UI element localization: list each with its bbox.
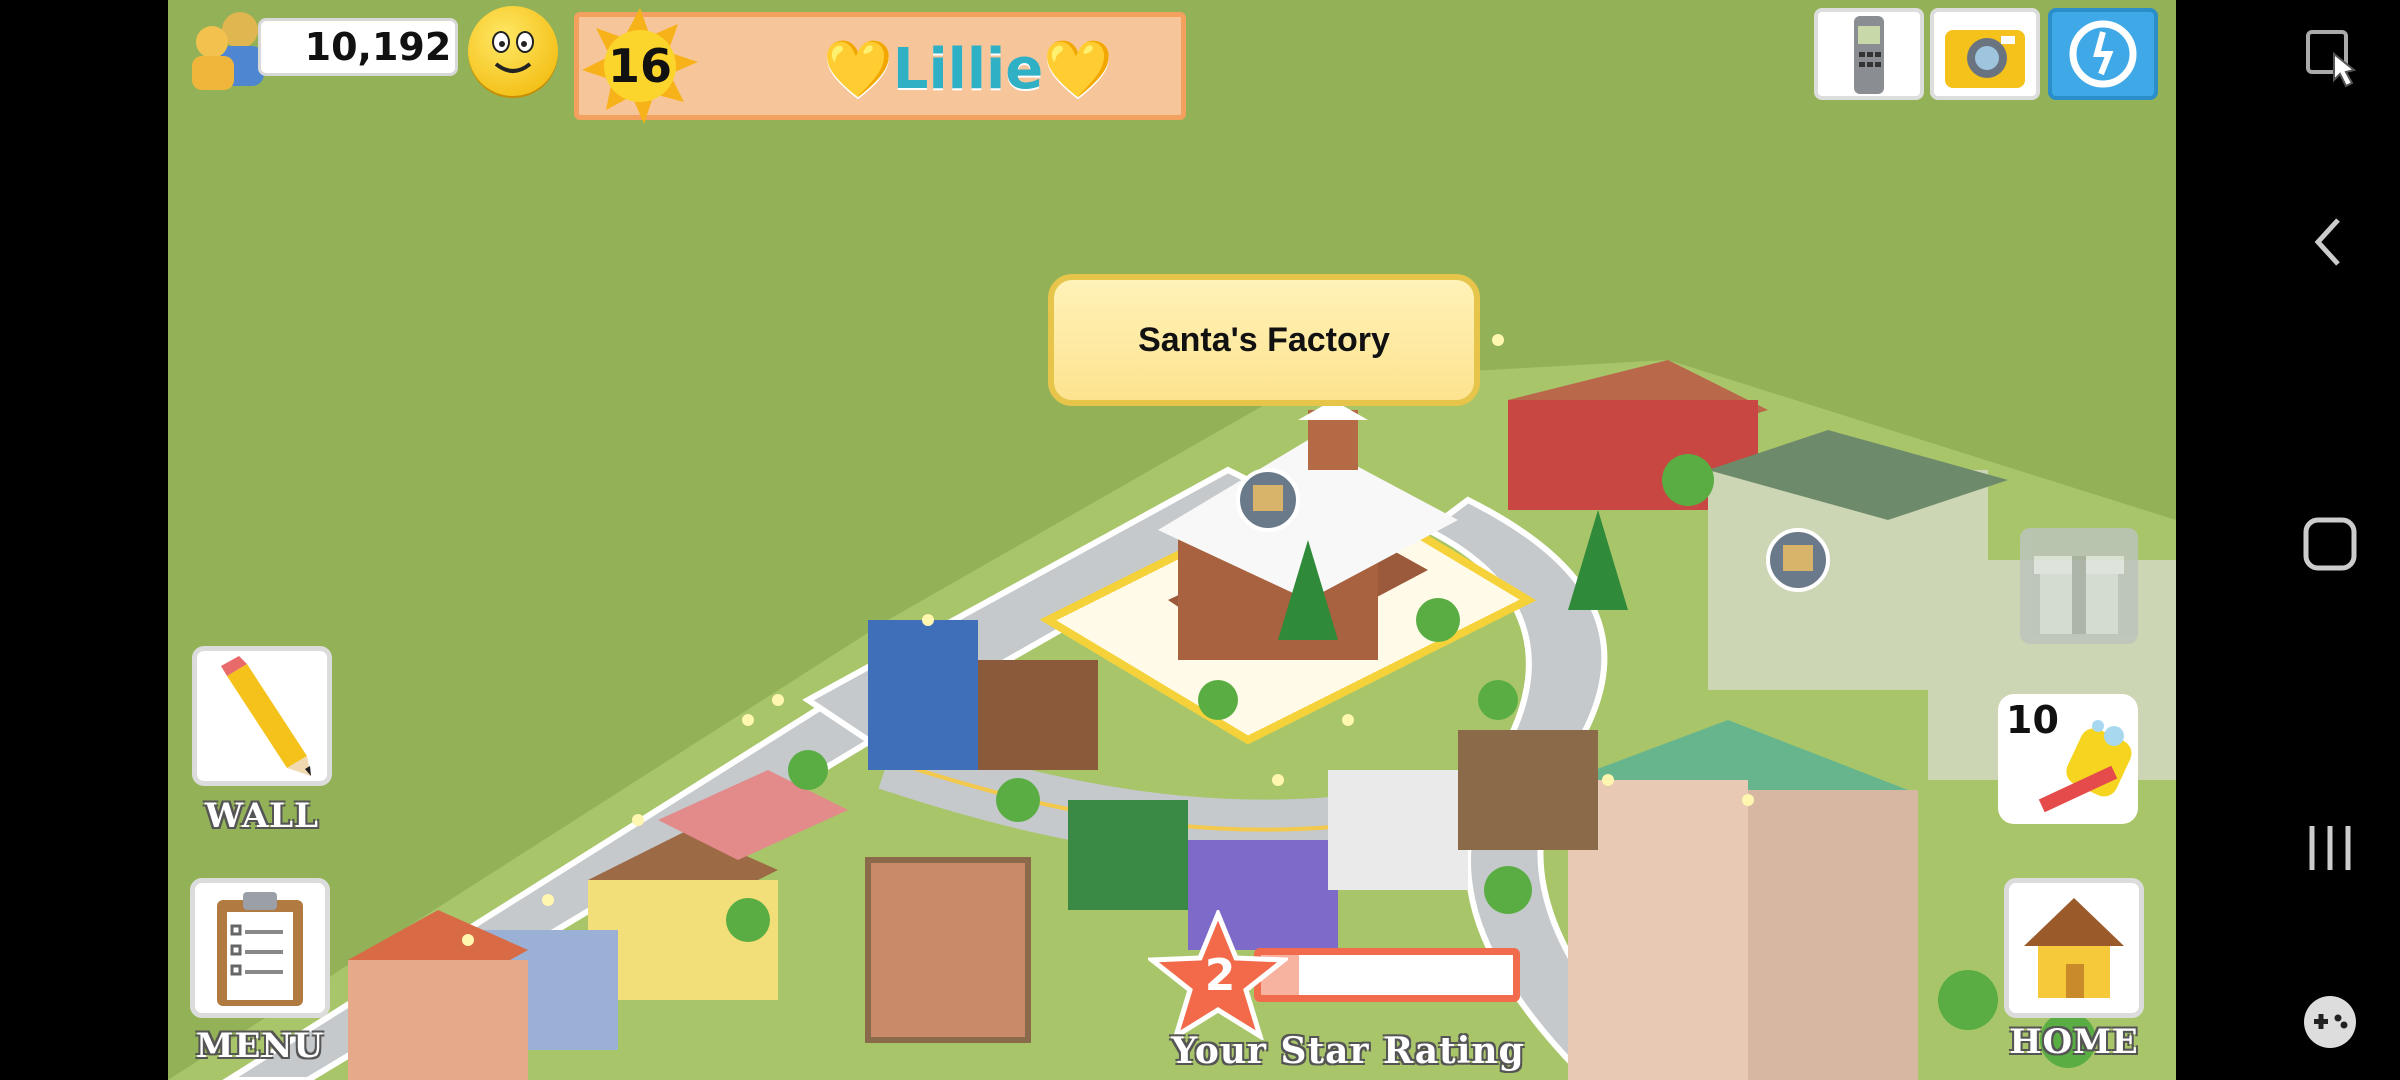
cleanup-button[interactable]: 10 <box>1998 694 2138 824</box>
wall-button[interactable] <box>192 646 332 786</box>
population-value: 10,192 <box>304 25 452 69</box>
building-name: Santa's Factory <box>1138 320 1390 359</box>
camera-icon <box>1945 30 2025 88</box>
wall-label: WALL <box>204 796 320 836</box>
house-icon <box>2024 898 2124 998</box>
phone-icon <box>1854 16 1884 94</box>
phone-button[interactable] <box>1814 8 1924 100</box>
menu-button[interactable] <box>190 878 330 1018</box>
recents-icon[interactable] <box>2302 820 2358 876</box>
star-progress-bar <box>1254 948 1520 1002</box>
game-canvas[interactable]: 10,192 16 💛Lillie💛 Santa's Factory WALL … <box>168 0 2176 1080</box>
home-label: HOME <box>2009 1022 2139 1062</box>
level-number: 16 <box>607 39 672 93</box>
home-button[interactable] <box>2004 878 2144 1018</box>
social-icon <box>2069 20 2137 88</box>
happiness-icon[interactable] <box>468 6 558 96</box>
camera-button[interactable] <box>1930 8 2040 100</box>
pencil-icon <box>221 656 311 776</box>
gift-icon <box>2034 556 2124 634</box>
menu-label: MENU <box>195 1026 325 1066</box>
population-counter: 10,192 <box>258 18 458 76</box>
star-rating-value: 2 <box>1204 950 1236 1001</box>
clipboard-icon <box>217 892 303 1006</box>
gift-button[interactable] <box>2020 528 2138 644</box>
social-button[interactable] <box>2048 8 2158 100</box>
screen-assist-icon[interactable] <box>2304 28 2362 90</box>
system-nav-bar <box>2176 0 2400 1080</box>
back-icon[interactable] <box>2308 214 2348 270</box>
building-tooltip: Santa's Factory <box>1048 274 1480 406</box>
cleanup-count: 10 <box>2006 698 2059 742</box>
star-rating-label: Your Star Rating <box>1171 1030 1525 1072</box>
home-nav-icon[interactable] <box>2300 514 2360 574</box>
game-tools-icon[interactable] <box>2300 992 2360 1052</box>
player-name: 💛Lillie💛 <box>823 37 1113 102</box>
